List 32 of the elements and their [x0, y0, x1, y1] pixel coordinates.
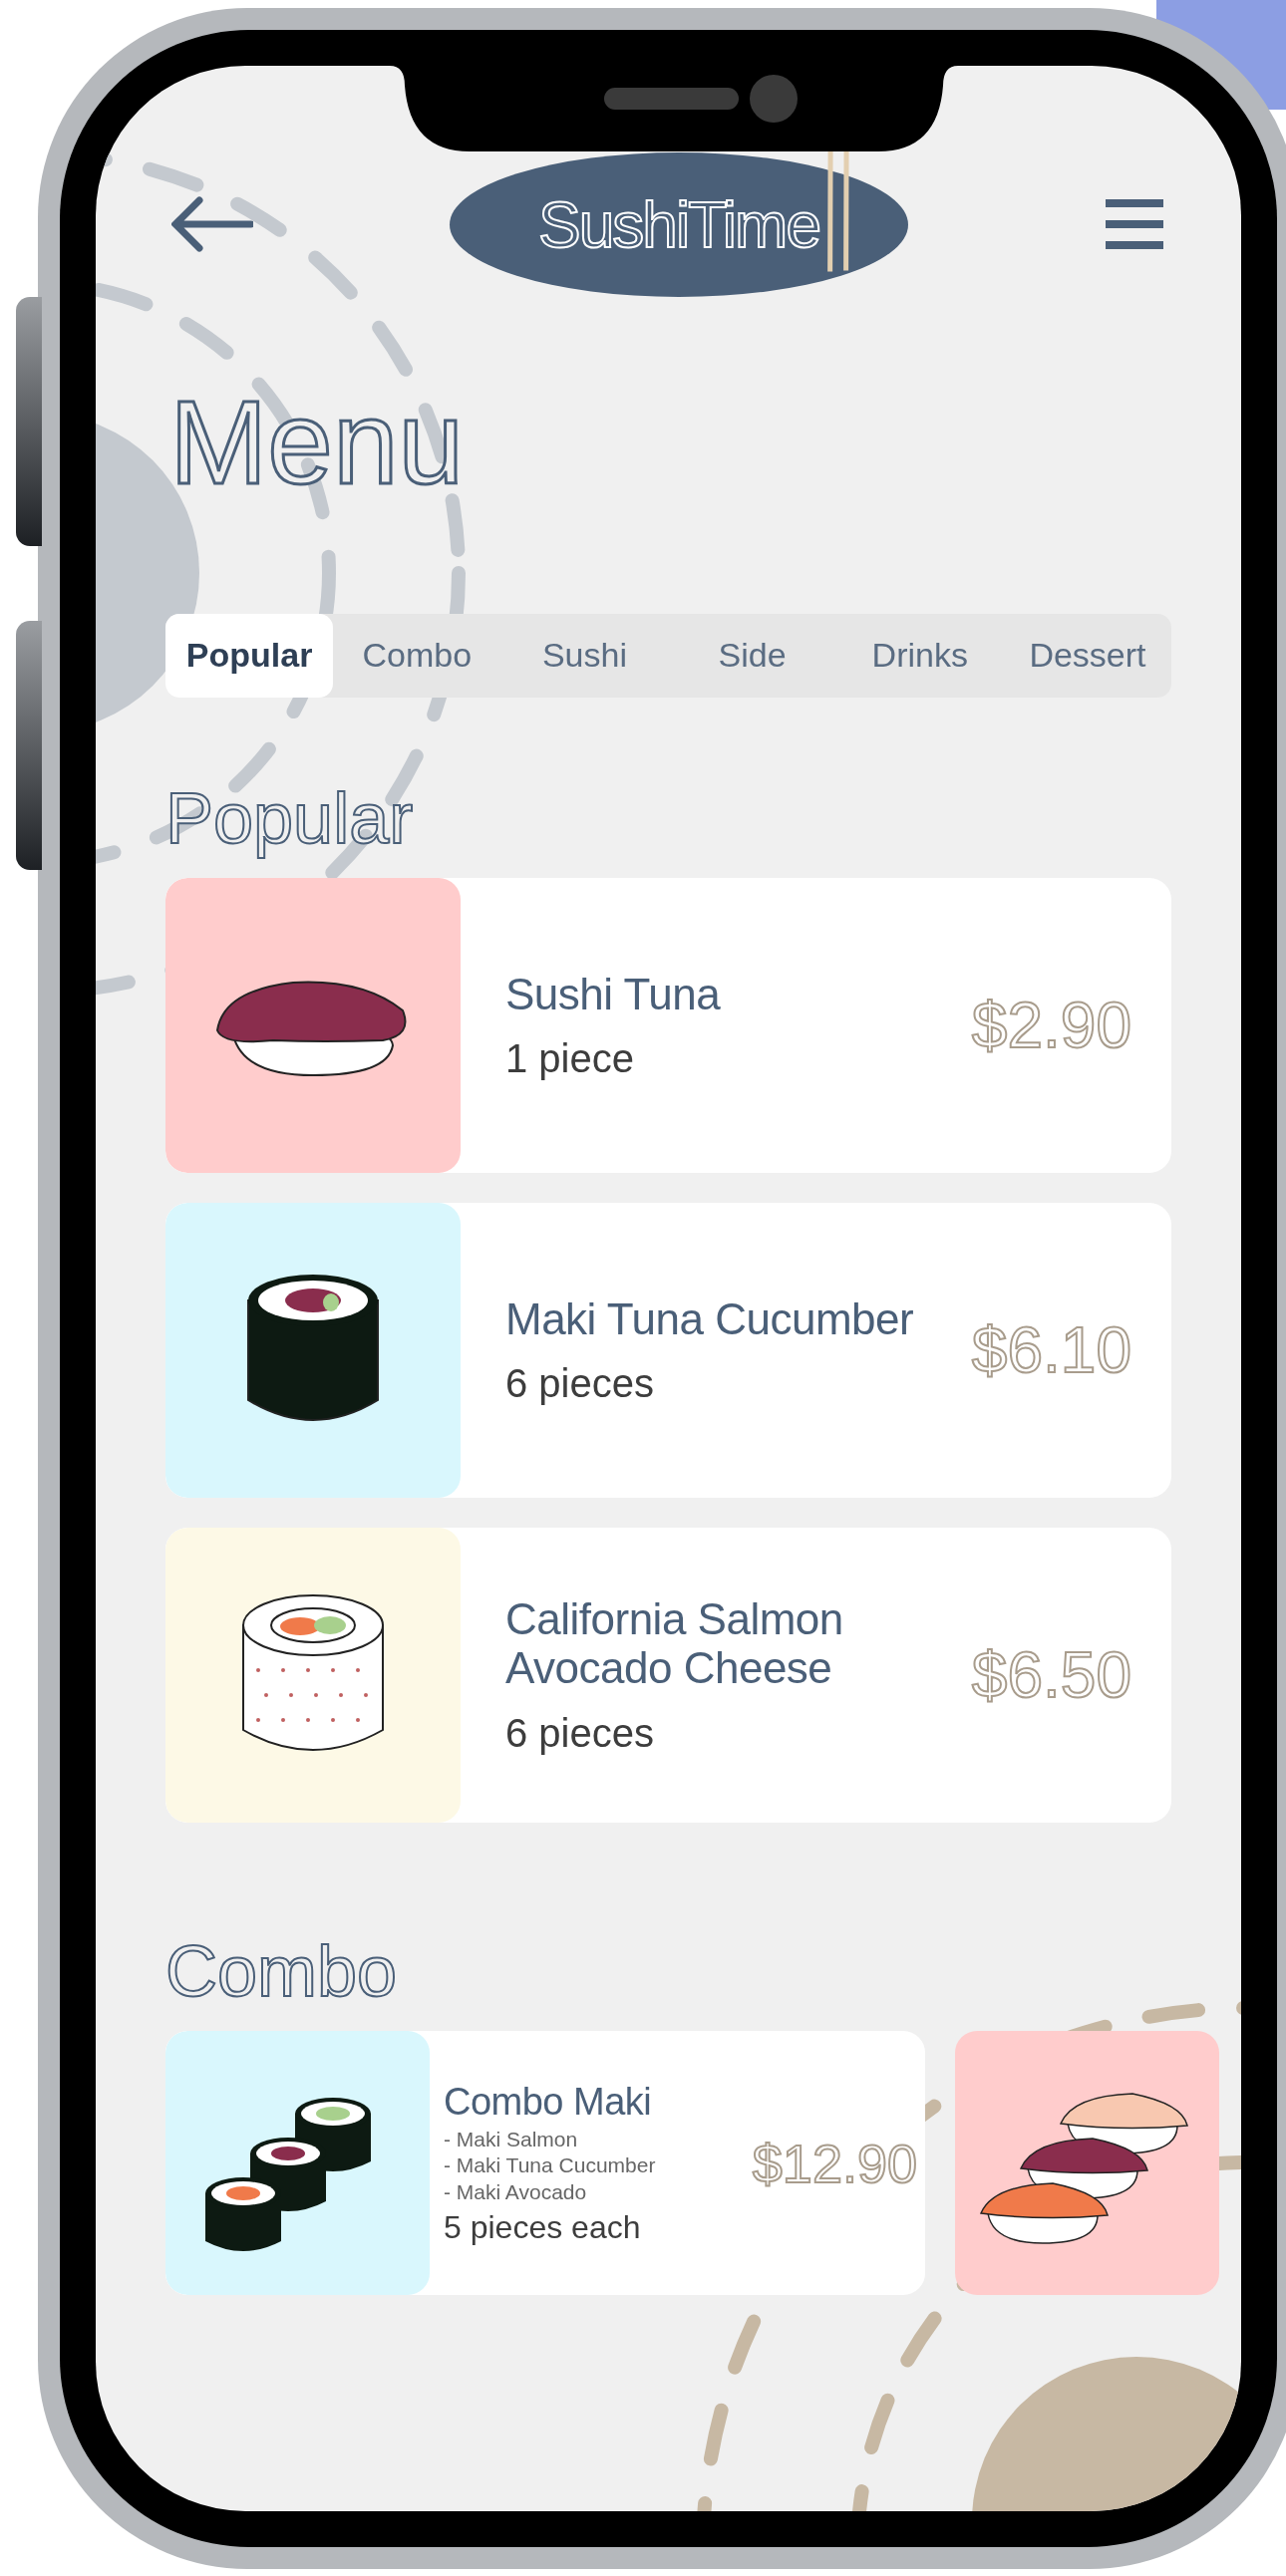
category-tab[interactable]: Popular — [165, 613, 334, 698]
menu-item-card[interactable]: Sushi Tuna 1 piece $2.90 — [165, 878, 1171, 1173]
item-name: Maki Tuna Cucumber — [505, 1293, 915, 1344]
back-arrow-icon — [171, 196, 253, 252]
category-tab[interactable]: Dessert — [1003, 613, 1172, 698]
item-price: $6.50 — [971, 1638, 1132, 1712]
item-contents: - Maki Salmon - Maki Tuna Cucumber - Maki Avocado — [444, 2127, 657, 2205]
item-name: Combo Maki — [444, 2080, 653, 2124]
item-portion: 6 pieces — [505, 1710, 655, 1756]
item-portion: 1 piece — [505, 1036, 635, 1082]
section-heading: Popular — [165, 778, 415, 858]
menu-item-card[interactable]: California Salmon Avocado Cheese 6 pieces $6.50 — [165, 1528, 1171, 1823]
item-price: $2.90 — [971, 989, 1132, 1062]
menu-button[interactable] — [1104, 198, 1165, 250]
category-tab[interactable]: Drinks — [835, 613, 1004, 698]
app-logo: SushiTime — [449, 151, 908, 297]
category-tab[interactable]: Combo — [333, 613, 501, 698]
section-heading: Combo — [165, 1932, 399, 2012]
item-portion: 6 pieces — [505, 1361, 655, 1407]
page-title: Menu — [169, 379, 466, 508]
back-button[interactable] — [171, 196, 253, 252]
menu-icon — [1104, 198, 1165, 250]
item-price: $12.90 — [752, 2132, 918, 2194]
item-name: Sushi Tuna — [505, 969, 722, 1019]
item-name: California Salmon Avocado Cheese — [505, 1594, 844, 1693]
menu-item-card[interactable]: Combo Maki - Maki Salmon - Maki Tuna Cucumber - Maki Avocado 5 pieces each $12.90 — [165, 2031, 925, 2296]
category-tab[interactable]: Sushi — [500, 613, 669, 698]
item-portion: 5 pieces each — [444, 2208, 642, 2246]
food-thumbnail[interactable] — [955, 2031, 1219, 2296]
menu-item-card[interactable]: Maki Tuna Cucumber 6 pieces $6.10 — [165, 1203, 1171, 1498]
category-tab[interactable]: Side — [668, 613, 836, 698]
item-price: $6.10 — [971, 1313, 1132, 1387]
